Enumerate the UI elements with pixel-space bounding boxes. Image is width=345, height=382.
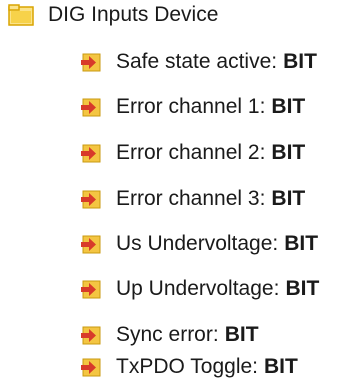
- variable-type: BIT: [285, 277, 320, 300]
- variable-name: Error channel 3:: [116, 187, 266, 210]
- variable-type: BIT: [271, 95, 306, 118]
- input-variable-icon: [80, 51, 102, 73]
- tree-item-safe-state-active[interactable]: Safe state active: BIT: [80, 47, 317, 77]
- input-variable-icon: [80, 188, 102, 210]
- variable-name: Up Undervoltage:: [116, 277, 280, 300]
- variable-name: Error channel 1:: [116, 95, 266, 118]
- variable-name: Safe state active:: [116, 50, 278, 73]
- tree-item-up-undervoltage[interactable]: Up Undervoltage: BIT: [80, 274, 319, 304]
- tree-item-error-channel-3[interactable]: Error channel 3: BIT: [80, 184, 305, 214]
- input-variable-icon: [80, 324, 102, 346]
- variable-type: BIT: [271, 187, 306, 210]
- variable-name: Sync error:: [116, 323, 219, 346]
- variable-name: Us Undervoltage:: [116, 232, 279, 255]
- folder-icon: [8, 4, 34, 26]
- io-tree: DIG Inputs Device Safe state active: BIT…: [0, 0, 345, 382]
- variable-type: BIT: [224, 323, 259, 346]
- input-variable-icon: [80, 278, 102, 300]
- variable-type: BIT: [283, 50, 317, 73]
- tree-item-error-channel-2[interactable]: Error channel 2: BIT: [80, 138, 305, 168]
- variable-type: BIT: [284, 232, 319, 255]
- variable-type: BIT: [271, 141, 306, 164]
- tree-node-label: DIG Inputs Device: [48, 3, 219, 26]
- variable-name: TxPDO Toggle:: [116, 355, 259, 378]
- input-variable-icon: [80, 356, 102, 378]
- tree-item-txpdo-toggle[interactable]: TxPDO Toggle: BIT: [80, 352, 298, 382]
- input-variable-icon: [80, 233, 102, 255]
- variable-name: Error channel 2:: [116, 141, 266, 164]
- input-variable-icon: [80, 142, 102, 164]
- tree-node-dig-inputs-device[interactable]: DIG Inputs Device: [8, 0, 218, 30]
- input-variable-icon: [80, 96, 102, 118]
- tree-item-us-undervoltage[interactable]: Us Undervoltage: BIT: [80, 229, 318, 259]
- variable-type: BIT: [264, 355, 298, 378]
- tree-item-error-channel-1[interactable]: Error channel 1: BIT: [80, 92, 305, 122]
- tree-item-sync-error[interactable]: Sync error: BIT: [80, 320, 259, 350]
